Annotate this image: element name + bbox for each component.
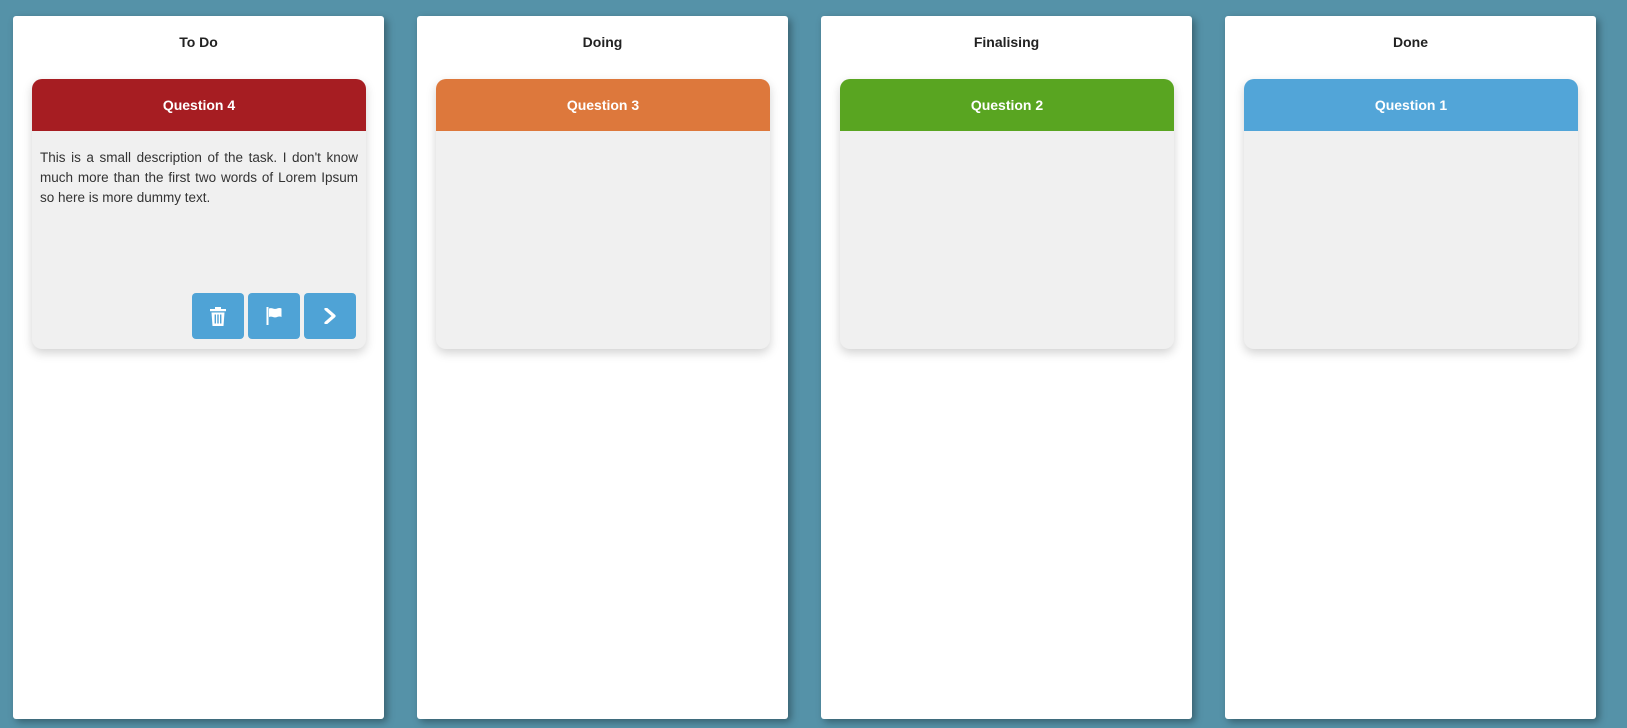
flag-icon bbox=[266, 307, 282, 325]
delete-button[interactable] bbox=[192, 293, 244, 339]
flag-button[interactable] bbox=[248, 293, 300, 339]
task-card[interactable]: Question 4 This is a small description o… bbox=[32, 79, 366, 349]
column-doing: Doing Question 3 bbox=[417, 16, 788, 719]
card-header: Question 2 bbox=[840, 79, 1174, 131]
column-to-do: To Do Question 4 This is a small descrip… bbox=[13, 16, 384, 719]
column-title: Finalising bbox=[973, 34, 1040, 50]
card-actions bbox=[192, 293, 356, 339]
card-description: This is a small description of the task.… bbox=[40, 150, 358, 205]
column-title: Done bbox=[1393, 34, 1428, 50]
card-header: Question 4 bbox=[32, 79, 366, 131]
task-card[interactable]: Question 1 bbox=[1244, 79, 1578, 349]
kanban-board: To Do Question 4 This is a small descrip… bbox=[0, 0, 1627, 728]
task-card[interactable]: Question 3 bbox=[436, 79, 770, 349]
column-title: To Do bbox=[179, 34, 218, 50]
card-header: Question 1 bbox=[1244, 79, 1578, 131]
column-title: Doing bbox=[582, 34, 623, 50]
move-next-button[interactable] bbox=[304, 293, 356, 339]
task-card[interactable]: Question 2 bbox=[840, 79, 1174, 349]
trash-icon bbox=[210, 306, 226, 326]
card-header: Question 3 bbox=[436, 79, 770, 131]
column-finalising: Finalising Question 2 bbox=[821, 16, 1192, 719]
chevron-right-icon bbox=[324, 308, 336, 324]
column-done: Done Question 1 bbox=[1225, 16, 1596, 719]
